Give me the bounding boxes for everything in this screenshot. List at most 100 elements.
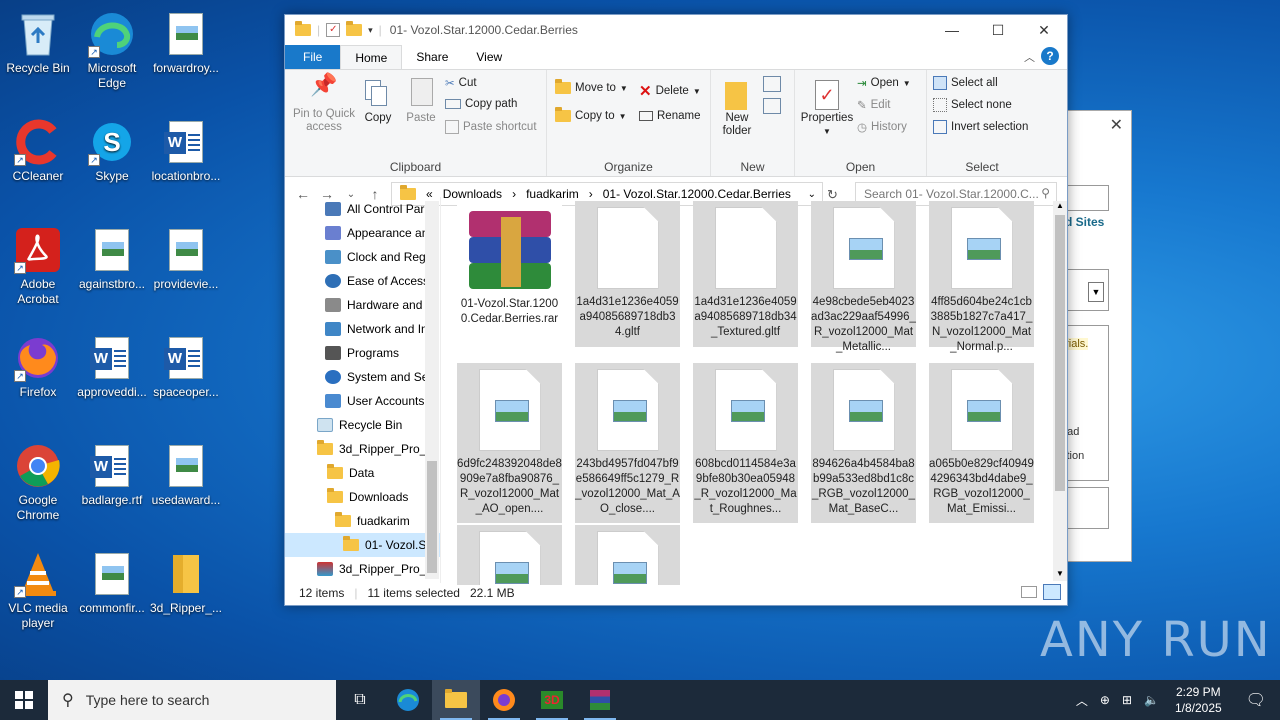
nav-item[interactable]: Hardware and	[285, 293, 440, 317]
close-button[interactable]: ✕	[1021, 15, 1067, 45]
file-commonfir-icon[interactable]: commonfir...	[74, 550, 150, 616]
edit-button[interactable]: ✎ Edit	[857, 98, 890, 112]
copy-to-button[interactable]: Copy to ▼	[555, 107, 627, 122]
help-icon[interactable]: ?	[1041, 47, 1059, 65]
nav-item[interactable]: Data	[285, 461, 440, 485]
cut-button[interactable]: ✂ Cut	[445, 76, 477, 90]
copy-path-button[interactable]: Copy path	[445, 98, 517, 110]
nav-item[interactable]: Recycle Bin	[285, 413, 440, 437]
clock[interactable]: 2:29 PM 1/8/2025	[1165, 684, 1232, 716]
firefox-taskbar-button[interactable]	[480, 680, 528, 720]
nav-item[interactable]: 3d_Ripper_Pro_v	[285, 437, 440, 461]
edge-taskbar-button[interactable]	[384, 680, 432, 720]
move-to-button[interactable]: Move to ▼	[555, 79, 628, 94]
file-tile[interactable]: 894626a4b4584ba8b99a533ed8bd1c8c_RGB_voz…	[811, 363, 916, 523]
content-scrollbar-thumb[interactable]	[1055, 215, 1065, 491]
file-tile[interactable]: 243bd4957fd047bf9e586649ff5c1279_R_vozol…	[575, 363, 680, 523]
task-view-button[interactable]: ⧉	[336, 680, 384, 720]
word-file-spaceoper-icon[interactable]: W spaceoper...	[148, 334, 224, 400]
nav-item[interactable]: Network and In	[285, 317, 440, 341]
close-icon[interactable]: ✕	[1110, 115, 1123, 135]
properties-button[interactable]: ✓ Properties ▼	[799, 78, 855, 138]
nav-item[interactable]: User Accounts	[285, 389, 440, 413]
nav-scrollbar[interactable]	[425, 201, 439, 579]
easy-access-icon[interactable]	[763, 98, 781, 114]
nav-item[interactable]: Appearance an	[285, 221, 440, 245]
file-tile[interactable]: 608bcd0114584e3a9bfe80b30ea05948_R_vozol…	[693, 363, 798, 523]
copy-button[interactable]: Copy	[359, 78, 397, 125]
notification-icon[interactable]: 🗨	[1232, 690, 1280, 710]
taskbar-search[interactable]: ⚲ Type here to search	[48, 680, 336, 720]
content-scrollbar[interactable]: ▲ ▼	[1053, 201, 1067, 581]
customize-quick-access-icon[interactable]: ▾	[368, 25, 373, 36]
scroll-up-icon[interactable]: ▲	[1053, 201, 1067, 213]
ethernet-icon[interactable]: ⊞	[1116, 693, 1138, 707]
dropdown-icon[interactable]: ▼	[1088, 282, 1104, 302]
paste-button[interactable]: Paste	[401, 78, 441, 125]
3d-ripper-taskbar-button[interactable]: 3D	[528, 680, 576, 720]
scroll-down-icon[interactable]: ▼	[1053, 569, 1067, 581]
volume-icon[interactable]: 🔈	[1138, 693, 1165, 707]
select-all-button[interactable]: Select all	[933, 76, 998, 90]
vlc-desktop-icon[interactable]: ↗ VLC media player	[0, 550, 76, 631]
nav-item[interactable]: 3d_Ripper_Pro_v	[285, 557, 440, 581]
nav-item[interactable]: Ease of Access	[285, 269, 440, 293]
tab-home[interactable]: Home	[340, 45, 403, 69]
paste-shortcut-button[interactable]: Paste shortcut	[445, 120, 537, 134]
large-icons-view-icon[interactable]	[1043, 584, 1061, 600]
chrome-desktop-icon[interactable]: Google Chrome	[0, 442, 76, 523]
breadcrumb-fuadkarim[interactable]: fuadkarim	[526, 187, 579, 201]
nav-item[interactable]: Programs	[285, 341, 440, 365]
history-button[interactable]: ◷ History	[857, 120, 907, 134]
file-againstbro-icon[interactable]: againstbro...	[74, 226, 150, 292]
nav-item[interactable]: System and Se	[285, 365, 440, 389]
file-tile[interactable]	[575, 525, 680, 585]
nav-item-selected[interactable]: 01- Vozol.St	[285, 533, 440, 557]
edge-desktop-icon[interactable]: ↗ Microsoft Edge	[74, 10, 150, 91]
new-folder-button[interactable]: New folder	[717, 78, 757, 138]
nav-scrollbar-thumb[interactable]	[427, 461, 437, 573]
breadcrumb-current[interactable]: 01- Vozol.Star.12000.Cedar.Berries	[603, 187, 791, 201]
file-explorer-taskbar-button[interactable]	[432, 680, 480, 720]
file-tile-rar[interactable]: 01-Vozol.Star.12000.Cedar.Berries.rar	[457, 201, 562, 347]
breadcrumb-downloads[interactable]: Downloads	[443, 187, 502, 201]
invert-selection-button[interactable]: Invert selection	[933, 120, 1028, 134]
bg-link-text[interactable]: d Sites	[1065, 215, 1104, 229]
details-view-icon[interactable]	[1021, 586, 1037, 598]
nav-item[interactable]: All Control Par	[285, 197, 440, 221]
chevron-up-icon[interactable]: ︿	[1070, 692, 1094, 709]
recycle-bin-icon[interactable]: Recycle Bin	[0, 10, 76, 76]
pin-quick-access-button[interactable]: 📌 Pin to Quick access	[289, 74, 359, 134]
tab-share[interactable]: Share	[402, 45, 462, 69]
rename-button[interactable]: Rename	[639, 110, 700, 122]
address-dropdown-icon[interactable]: ⌄	[808, 189, 816, 200]
collapse-ribbon-icon[interactable]: ︿	[1024, 49, 1035, 65]
file-tile[interactable]: 6d9fc248392048de8909e7a8fba90876_R_vozol…	[457, 363, 562, 523]
nav-item[interactable]: fuadkarim	[285, 509, 440, 533]
new-item-icon[interactable]	[763, 76, 781, 92]
file-providevie-icon[interactable]: providevie...	[148, 226, 224, 292]
file-tile[interactable]: 1a4d31e1236e4059a94085689718db34.gltf	[575, 201, 680, 347]
file-tile[interactable]: 1a4d31e1236e4059a94085689718db34_Texture…	[693, 201, 798, 347]
file-tile[interactable]: 4ff85d604be24c1cb3885b1827c7a417_N_vozol…	[929, 201, 1034, 353]
file-tile[interactable]: 4e98cbede5eb4023ad3ac229aaf54996_R_vozol…	[811, 201, 916, 353]
open-button[interactable]: ⇥ Open ▼	[857, 76, 911, 90]
nav-item[interactable]: Downloads	[285, 485, 440, 509]
file-forwardroy-icon[interactable]: forwardroy...	[148, 10, 224, 76]
tab-view[interactable]: View	[462, 45, 516, 69]
network-icon[interactable]: ⊕	[1094, 693, 1116, 707]
start-button[interactable]	[0, 680, 48, 720]
file-usedaward-icon[interactable]: usedaward...	[148, 442, 224, 508]
maximize-button[interactable]: ☐	[975, 15, 1021, 45]
properties-quick-icon[interactable]: ✓	[326, 23, 341, 37]
winrar-taskbar-button[interactable]	[576, 680, 624, 720]
delete-button[interactable]: ✕ Delete ▼	[639, 82, 701, 100]
select-none-button[interactable]: Select none	[933, 98, 1012, 112]
file-tile[interactable]: a065b0e829cf409494296343bd4dabe9_RGB_voz…	[929, 363, 1034, 523]
word-file-badlarge-icon[interactable]: W badlarge.rtf	[74, 442, 150, 508]
minimize-button[interactable]: —	[929, 15, 975, 45]
new-folder-quick-icon[interactable]	[346, 21, 363, 36]
word-file-location-icon[interactable]: W locationbro...	[148, 118, 224, 184]
firefox-desktop-icon[interactable]: ↗ Firefox	[0, 334, 76, 400]
tab-file[interactable]: File	[285, 45, 341, 69]
